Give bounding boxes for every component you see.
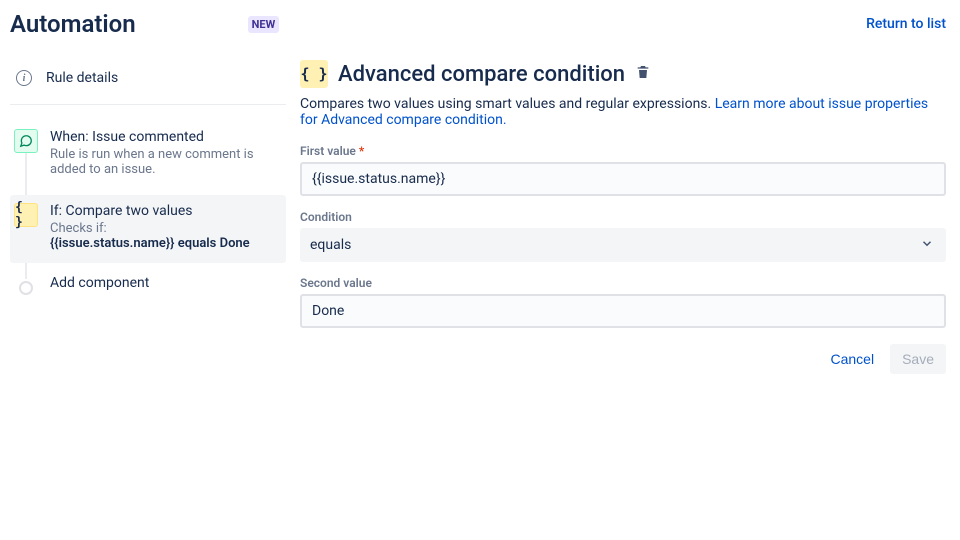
add-circle-icon bbox=[19, 281, 33, 295]
save-button[interactable]: Save bbox=[890, 344, 946, 374]
new-badge: NEW bbox=[248, 16, 280, 33]
add-component-button[interactable]: Add component bbox=[10, 269, 286, 299]
condition-select[interactable]: equals bbox=[300, 228, 946, 262]
first-value-input[interactable] bbox=[300, 162, 946, 196]
info-icon: i bbox=[16, 70, 32, 86]
add-component-label: Add component bbox=[50, 275, 278, 291]
rule-details-button[interactable]: i Rule details bbox=[10, 64, 286, 105]
delete-icon[interactable] bbox=[635, 64, 651, 84]
braces-icon: { } bbox=[14, 203, 38, 227]
trigger-subtitle: Rule is run when a new comment is added … bbox=[50, 147, 278, 177]
detail-title: Advanced compare condition bbox=[338, 62, 625, 87]
page-title: Automation bbox=[10, 10, 136, 38]
rule-details-label: Rule details bbox=[46, 70, 118, 86]
second-value-label: Second value bbox=[300, 276, 946, 290]
braces-icon: { } bbox=[300, 60, 328, 88]
detail-panel: { } Advanced compare condition Compares … bbox=[286, 44, 960, 374]
timeline-item-condition[interactable]: { } If: Compare two values Checks if: {{… bbox=[10, 195, 286, 263]
condition-title: If: Compare two values bbox=[50, 203, 278, 219]
detail-description: Compares two values using smart values a… bbox=[300, 96, 946, 128]
cancel-button[interactable]: Cancel bbox=[818, 344, 886, 374]
return-to-list-link[interactable]: Return to list bbox=[866, 16, 946, 32]
comment-icon bbox=[14, 129, 38, 153]
second-value-input[interactable] bbox=[300, 294, 946, 328]
first-value-label: First value * bbox=[300, 144, 946, 158]
trigger-title: When: Issue commented bbox=[50, 129, 278, 145]
condition-selected-value: equals bbox=[300, 228, 946, 262]
timeline-item-trigger[interactable]: When: Issue commented Rule is run when a… bbox=[10, 121, 286, 189]
rule-sidebar: i Rule details When: Issue commented Rul… bbox=[0, 44, 286, 374]
condition-label: Condition bbox=[300, 210, 946, 224]
condition-subtitle: Checks if: {{issue.status.name}} equals … bbox=[50, 221, 278, 251]
